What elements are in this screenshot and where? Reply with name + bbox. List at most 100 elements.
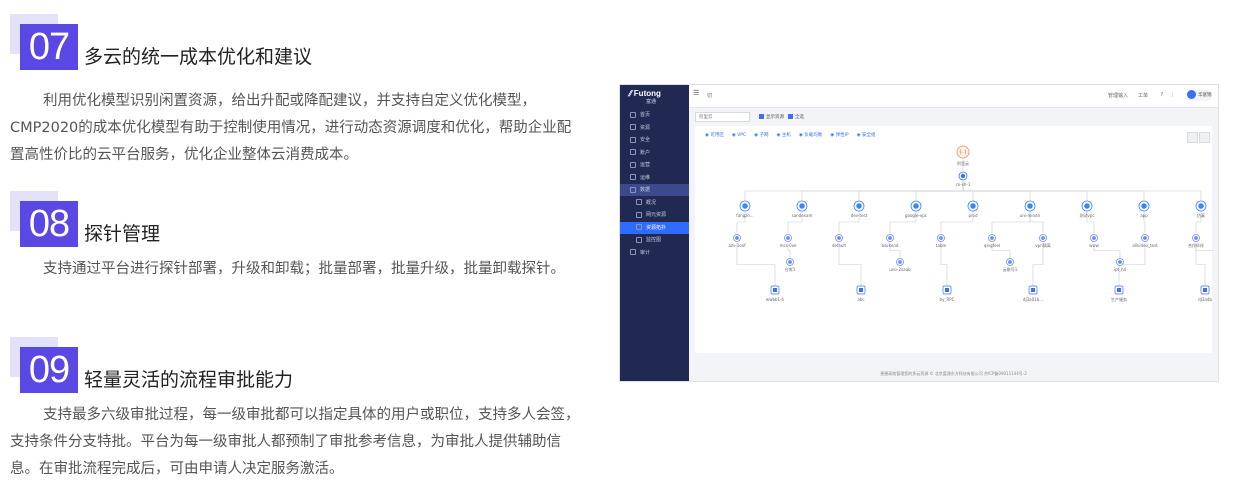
server-icon [1031, 288, 1035, 292]
server-label: 生产服务 [1111, 296, 1127, 302]
server-icon [1117, 288, 1121, 292]
filter-tab[interactable]: ◉ 弹性IP [830, 133, 848, 138]
subnet-node-icon [735, 236, 739, 240]
vpc-node-icon [799, 203, 805, 209]
select-all-toggle[interactable]: 全选 [788, 114, 804, 120]
product-screenshot: ⫽ Futong 富通 首页 资源 安全 账户 运营 运维 数据 概况 网元资源 资源拓扑 监控图审… [619, 84, 1219, 382]
show-resources-toggle[interactable]: 显示资源 [759, 114, 784, 120]
tab-label: 子网 [759, 133, 769, 138]
feature-number: 07 [20, 24, 78, 70]
sidebar-item[interactable]: 资源拓扑 [620, 221, 689, 234]
server-label: dJ3a4b [1198, 297, 1212, 302]
sidebar-item[interactable]: 审计 [620, 247, 689, 259]
sidebar-item-label: 安全 [640, 137, 651, 143]
vpc-label: fangzh... [736, 213, 753, 218]
vpc-label: 仿真 [1197, 212, 1205, 218]
sidebar-item-icon [636, 199, 642, 205]
sidebar-item-label: 运维 [640, 174, 651, 181]
feature-number-badge: 09 [10, 337, 78, 397]
feature-number-badge: 07 [10, 14, 78, 74]
checkbox-icon [759, 114, 764, 119]
sidebar-item[interactable]: 网元资源 [620, 209, 689, 221]
header-breadcrumb[interactable]: 切 [707, 92, 712, 99]
subnet-label: table [936, 243, 947, 248]
instance-node-icon [1118, 260, 1122, 264]
subnet-label: www [1089, 243, 1100, 248]
instance-label: 云账号1 [1003, 266, 1018, 272]
sidebar-item-label: 运营 [640, 162, 651, 168]
server-label: abc [857, 297, 864, 302]
vpc-node-icon [742, 203, 748, 209]
cloud-root-icon: {-} [959, 150, 967, 156]
sidebar-item-icon [630, 149, 636, 155]
topology-link [940, 243, 948, 286]
sidebar-item[interactable]: 概况 [620, 197, 689, 209]
vpc-node-icon [1198, 203, 1204, 209]
subnet-label: allvideo_test [1132, 243, 1158, 248]
subnet-node-icon [1143, 236, 1147, 240]
server-icon [859, 288, 863, 292]
tab-label: 可用区 [710, 133, 724, 138]
menu-toggle-icon[interactable]: ☰ [693, 89, 699, 97]
sidebar-item-icon [630, 136, 636, 143]
sidebar-item[interactable]: 资源 [620, 122, 689, 134]
sidebar-item-icon [636, 236, 642, 243]
resource-filter-tabs: ◉ 可用区 ◉ VPC ◉ 子网 ◉ 主机 ◉ 负载均衡 ◉ 弹性IP ◉ 安全组 [705, 132, 884, 138]
sidebar-item-icon [636, 224, 642, 230]
instance-label: uno-2xaab [889, 267, 911, 272]
topology-link [736, 243, 776, 286]
tab-label: 负载均衡 [804, 133, 823, 138]
app-sidebar: ⫽ Futong 富通 首页 资源 安全 账户 运营 运维 数据 概况 网元资源 资源拓扑 监控图审… [620, 85, 689, 381]
topology-content: 阿里云 显示资源 全选 ◉ 可用区 ◉ VPC ◉ 子网 ◉ 主机 ◉ 负载均衡 ◉ 弹性… [689, 107, 1218, 367]
filter-tab[interactable]: ◉ VPC [732, 133, 746, 138]
sidebar-item-label: 资源 [640, 124, 651, 131]
filter-tab[interactable]: ◉ 子网 [754, 133, 768, 138]
feature-description: 支持通过平台进行探针部署，升级和卸载；批量部署，批量升级，批量卸载探针。 [43, 261, 565, 277]
help-icon[interactable]: ? [1160, 92, 1163, 98]
sidebar-item[interactable]: 监控图 [620, 234, 689, 246]
subnet-node-icon [939, 236, 943, 240]
sidebar-item[interactable]: 运维 [620, 172, 689, 184]
sidebar-item-icon [630, 161, 636, 168]
tab-label: 弹性IP [835, 133, 849, 138]
sidebar-item[interactable]: 首页 [620, 109, 689, 121]
feature-number: 08 [20, 201, 78, 247]
more-icon[interactable]: ⋮ [1170, 92, 1175, 98]
instance-label: ipt_h4 [1114, 267, 1127, 272]
filter-tab[interactable]: ◉ 负载均衡 [799, 133, 822, 138]
subnet-label: backend [882, 243, 899, 248]
header-link-tickets[interactable]: 工单 [1138, 92, 1148, 99]
vpc-node-icon [856, 203, 862, 209]
zoom-out-icon[interactable] [1199, 132, 1210, 143]
sidebar-item[interactable]: 运营 [620, 159, 689, 171]
subnet-label: 合作伙伴 [1188, 242, 1204, 248]
sidebar-item[interactable]: 数据 [620, 184, 689, 196]
feature-title: 探针管理 [84, 223, 161, 245]
sidebar-item[interactable]: 安全 [620, 134, 689, 146]
user-menu[interactable]: 华富锦 [1186, 90, 1212, 101]
zoom-in-icon[interactable] [1187, 132, 1198, 143]
feature-title: 多云的统一成本优化和建议 [84, 46, 313, 68]
sidebar-item-label: 首页 [640, 112, 651, 118]
topology-link [962, 181, 1202, 201]
topology-graph[interactable]: {-} 阿里云 cn-sh-1 fangzh... sandexam dev-test go… [695, 144, 1213, 334]
filter-tab[interactable]: ◉ 可用区 [705, 133, 724, 138]
subnet-node-icon [837, 236, 841, 240]
logo-subtext: 富通 [646, 99, 657, 105]
header-link-manage[interactable]: 管理输入 [1108, 92, 1128, 99]
vpc-label: prod [968, 213, 978, 218]
topology-link [1032, 243, 1044, 286]
filter-tab[interactable]: ◉ 主机 [777, 133, 791, 138]
vpc-node-icon [1141, 203, 1147, 209]
control-label: 显示资源 [766, 115, 784, 120]
instance-node-icon [898, 260, 902, 264]
instance-label: 仓库1 [785, 266, 796, 272]
server-icon [945, 288, 949, 292]
vpc-node-icon [1027, 203, 1033, 209]
vpc-label: sandexam [792, 213, 813, 218]
filter-tab[interactable]: ◉ 安全组 [857, 133, 876, 138]
sidebar-item[interactable]: 账户 [620, 147, 689, 159]
vpc-node-icon [1084, 203, 1090, 209]
subnet-label: mcs-0xe [780, 243, 797, 248]
cloud-select[interactable]: 阿里云 [695, 112, 750, 122]
